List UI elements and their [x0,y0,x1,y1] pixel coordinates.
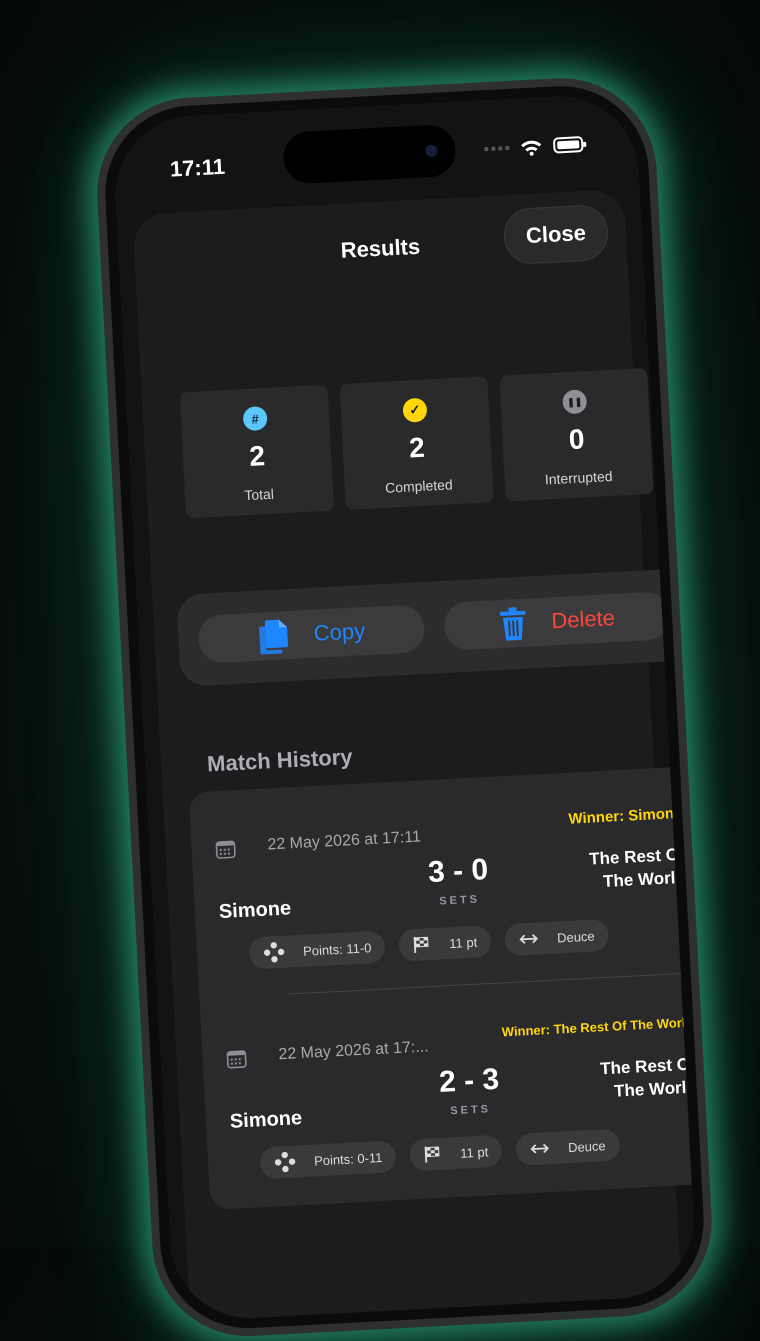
phone-screen: 17:11 Results Close # 2 Total ✓ 2 Comple… [111,92,698,1323]
camera-icon [425,144,438,158]
points-chip: Points: 0-11 [259,1140,398,1180]
match-score: 3 - 0 [427,853,489,890]
points-chip: Points: 11-0 [248,930,387,970]
delete-label: Delete [550,605,616,634]
gamepad-icon [274,1151,296,1173]
target-chip: 11 pt [409,1134,504,1172]
close-button[interactable]: Close [502,203,610,266]
battery-icon [552,136,584,154]
section-title-match-history: Match History [206,743,354,777]
stat-card-completed: ✓ 2 Completed [339,376,494,510]
delete-button[interactable]: Delete [443,591,672,651]
checkered-flag-icon [414,936,429,953]
match-date: 22 May 2026 at 17:11 [267,828,422,854]
player1-name: Simone [218,897,292,924]
copy-button[interactable]: Copy [197,604,426,664]
player1-name: Simone [229,1107,303,1133]
phone-bezel: 17:11 Results Close # 2 Total ✓ 2 Comple… [100,81,709,1333]
stat-label: Interrupted [544,467,613,488]
arrows-left-right-icon [519,934,539,944]
winner-label: Winner: The Rest Of The World [501,1014,694,1040]
stat-label: Completed [384,476,454,496]
trash-icon [499,607,526,641]
stat-card-total: # 2 Total [179,384,335,519]
points-label: Points: 0-11 [313,1149,383,1168]
cellular-signal-icon [484,145,510,152]
checkered-flag-icon [425,1146,440,1163]
mode-chip: Deuce [504,918,610,957]
match-score: 2 - 3 [438,1062,500,1099]
stat-value: 2 [408,431,426,464]
results-sheet: Results Close # 2 Total ✓ 2 Completed ❚❚ [132,188,698,1322]
calendar-icon [215,840,236,859]
stat-value: 0 [568,423,586,456]
list-item[interactable]: 22 May 2026 at 17:11 Winner: Simone Simo… [189,766,698,997]
copy-icon [259,619,289,655]
stats-row: # 2 Total ✓ 2 Completed ❚❚ 0 Interrupted [179,367,654,519]
dynamic-island [282,123,457,185]
hash-icon: # [242,405,268,432]
points-label: Points: 11-0 [302,939,372,959]
phone-frame: 17:11 Results Close # 2 Total ✓ 2 Comple… [92,73,717,1341]
calendar-icon [226,1050,247,1069]
player2-name: The Rest Of The World [588,844,687,891]
mode-label: Deuce [567,1137,606,1155]
score-unit: SETS [438,893,481,908]
list-item[interactable]: 22 May 2026 at 17:... Winner: The Rest O… [200,975,698,1206]
player2-name: The Rest Of The World [599,1054,698,1101]
mode-chip: Deuce [515,1128,621,1166]
mode-label: Deuce [556,928,596,945]
target-chip: 11 pt [398,924,493,962]
actions-bar: Copy Delete [176,567,697,687]
arrows-left-right-icon [530,1143,550,1154]
copy-label: Copy [313,618,366,646]
match-history-list: 22 May 2026 at 17:11 Winner: Simone Simo… [188,765,698,1210]
score-unit: SETS [449,1103,492,1118]
match-details: Points: 0-11 11 pt Deuce [259,1128,621,1180]
stat-card-interrupted: ❚❚ 0 Interrupted [499,367,654,502]
status-icons [484,135,584,158]
match-date: 22 May 2026 at 17:... [278,1038,430,1064]
winner-label: Winner: Simone [568,804,683,828]
target-label: 11 pt [459,1143,489,1161]
stat-value: 2 [248,440,266,472]
pause-icon: ❚❚ [562,389,588,415]
wifi-icon [521,140,542,156]
gamepad-icon [263,942,285,963]
status-time: 17:11 [169,153,226,182]
stat-label: Total [243,485,275,504]
target-label: 11 pt [448,934,478,951]
checkmark-icon: ✓ [402,397,428,423]
match-details: Points: 11-0 11 pt Deuce [248,918,610,970]
